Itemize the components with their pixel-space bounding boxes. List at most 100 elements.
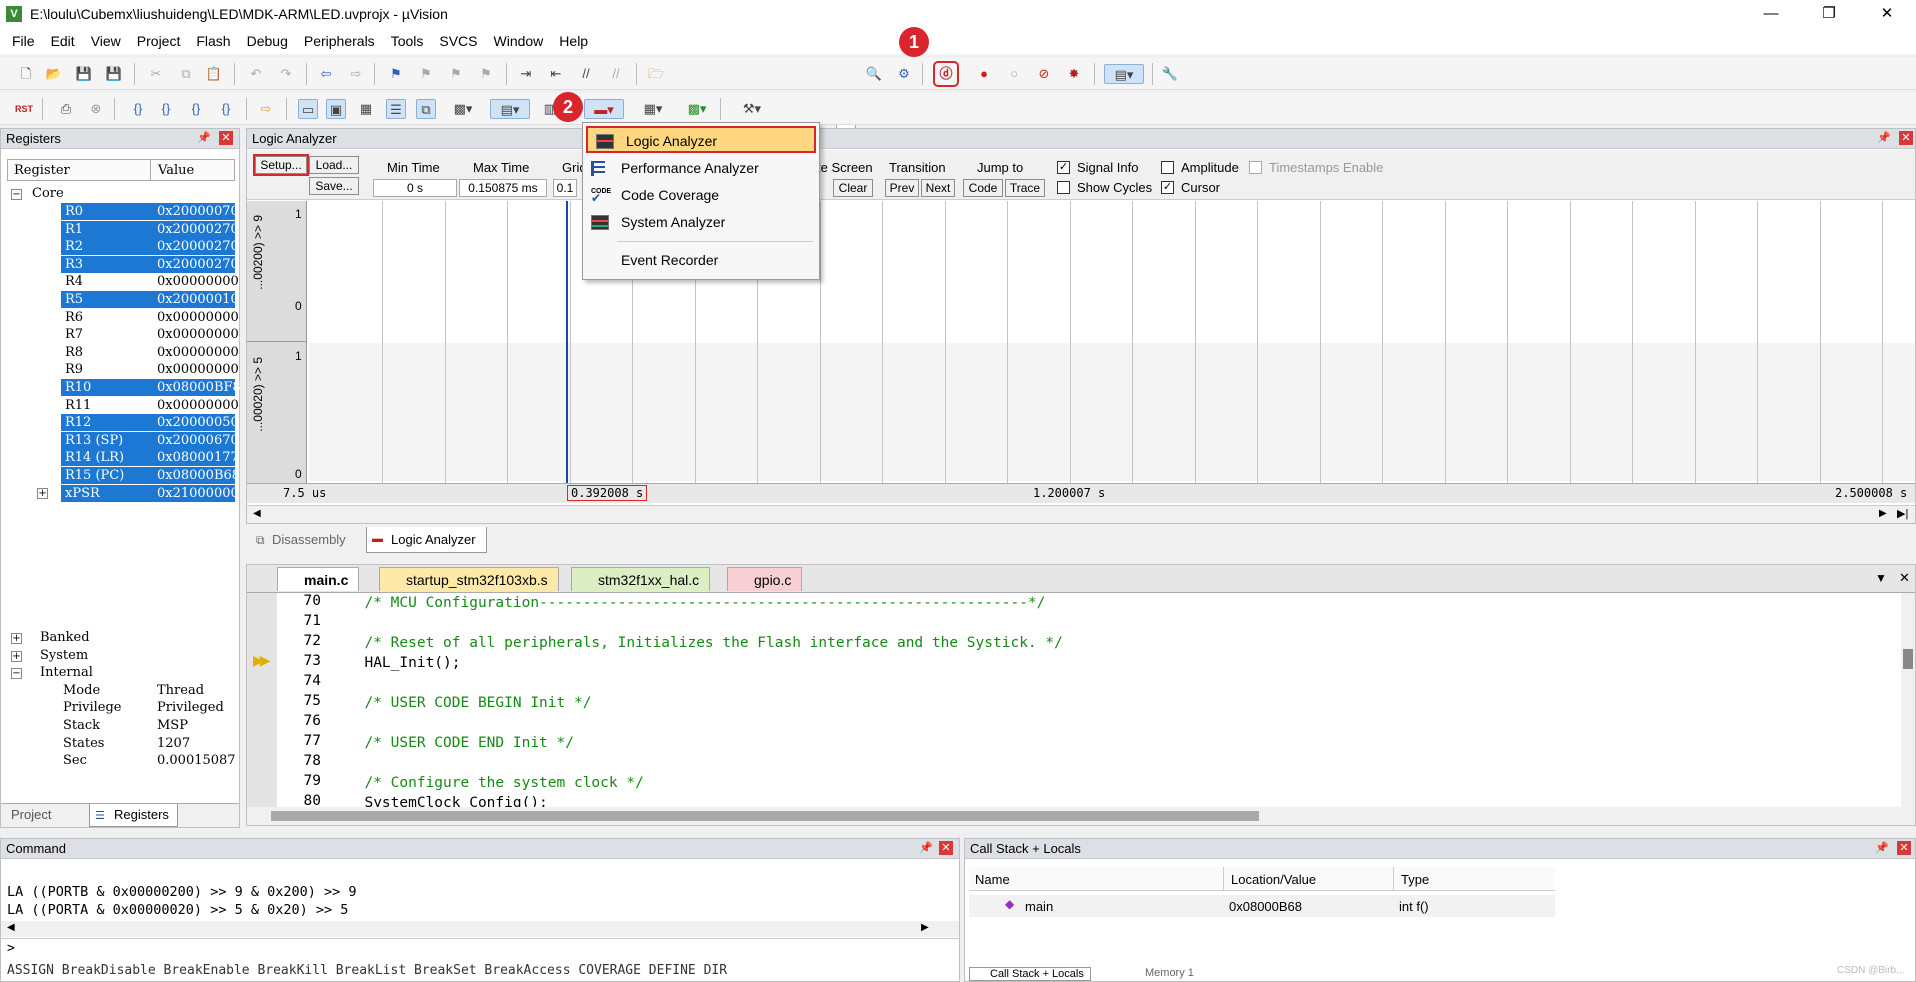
incremental-find-icon[interactable]: ⚙ — [894, 64, 914, 84]
prev-button[interactable]: Prev — [885, 179, 919, 197]
editor-vertical-scrollbar[interactable] — [1901, 593, 1915, 807]
start-stop-debug-icon[interactable]: ⓓ — [933, 61, 959, 87]
menu-file[interactable]: File — [4, 33, 43, 49]
kill-breakpoints-icon[interactable]: ✸ — [1064, 64, 1084, 84]
code-line[interactable]: 77 /* USER CODE END Init */ — [247, 733, 1897, 753]
code-line[interactable]: 72 /* Reset of all peripherals, Initiali… — [247, 633, 1897, 653]
show-cycles-checkbox[interactable] — [1057, 181, 1070, 194]
command-window-icon[interactable]: ▭ — [298, 99, 318, 119]
call-stack-row[interactable]: ◆ main 0x08000B68 int f() — [969, 895, 1555, 917]
editor-tab-hal[interactable]: stm32f1xx_hal.c — [571, 567, 711, 591]
internal-row[interactable]: Sec 0.00015087 — [63, 752, 236, 769]
register-row[interactable]: + xPSR 0x21000000 — [37, 484, 239, 502]
symbols-window-icon[interactable]: ▦ — [356, 99, 376, 119]
memory-windows-icon[interactable]: ▤▾ — [490, 99, 530, 119]
menu-help[interactable]: Help — [551, 33, 596, 49]
clear-bookmarks-icon[interactable]: ⚑ — [476, 64, 496, 84]
tab-project[interactable]: Project — [5, 807, 57, 822]
analysis-windows-icon[interactable]: ▬▾ — [584, 99, 624, 119]
register-row[interactable]: R15 (PC) 0x08000B68 — [61, 467, 240, 484]
setup-button[interactable]: Setup... — [253, 154, 309, 176]
menu-tools[interactable]: Tools — [383, 33, 432, 49]
tab-logic-analyzer[interactable]: Logic Analyzer — [366, 527, 487, 553]
tab-disassembly[interactable]: Disassembly — [254, 532, 346, 547]
disassembly-window-icon[interactable]: ▣ — [326, 99, 346, 119]
timestamps-checkbox[interactable] — [1249, 161, 1262, 174]
toolbox-icon[interactable]: ⚒▾ — [732, 99, 772, 119]
register-row[interactable]: R7 0x00000000 — [61, 326, 239, 343]
menu-edit[interactable]: Edit — [43, 33, 83, 49]
reset-cpu-icon[interactable]: RST — [14, 99, 34, 119]
indent-icon[interactable]: ⇥ — [516, 64, 536, 84]
code-line[interactable]: 75 /* USER CODE BEGIN Init */ — [247, 693, 1897, 713]
tab-memory-1[interactable]: Memory 1 — [1125, 967, 1200, 979]
copy-icon[interactable]: ⧉ — [176, 64, 196, 84]
internal-row[interactable]: States 1207 — [63, 735, 235, 752]
code-line[interactable]: 74 — [247, 673, 1897, 693]
menu-view[interactable]: View — [83, 33, 129, 49]
register-group[interactable]: − Internal — [11, 664, 231, 681]
pin-icon[interactable]: 📌 — [197, 131, 211, 145]
menu-flash[interactable]: Flash — [188, 33, 238, 49]
next-bookmark-icon[interactable]: ⚑ — [446, 64, 466, 84]
scroll-right-icon[interactable]: ▶ — [921, 922, 929, 933]
run-icon[interactable]: ⎙ — [56, 99, 76, 119]
paste-icon[interactable]: 📋 — [204, 64, 224, 84]
disable-breakpoints-icon[interactable]: ⊘ — [1034, 64, 1054, 84]
cursor-checkbox[interactable]: ✓ — [1161, 181, 1174, 194]
menu-peripherals[interactable]: Peripherals — [296, 33, 383, 49]
code-line[interactable]: 76 — [247, 713, 1897, 733]
navigate-forward-icon[interactable]: ⇨ — [346, 64, 366, 84]
internal-row[interactable]: Mode Thread — [63, 682, 235, 699]
register-row[interactable]: R2 0x20000270 — [61, 238, 239, 256]
minimize-button[interactable]: — — [1742, 0, 1800, 28]
save-button[interactable]: Save... — [309, 177, 359, 195]
menu-project[interactable]: Project — [129, 33, 189, 49]
step-into-icon[interactable]: {} — [128, 99, 148, 119]
save-icon[interactable]: 💾 — [74, 64, 94, 84]
registers-window-icon[interactable]: ☰ — [386, 99, 406, 119]
signal-label-porta[interactable]: ...00020) >> 5 — [251, 357, 265, 432]
signal-info-checkbox[interactable]: ✓ — [1057, 161, 1070, 174]
scroll-end-icon[interactable]: ▶| — [1897, 507, 1908, 520]
register-row[interactable]: R10 0x08000BF8 — [61, 379, 241, 396]
open-file-icon[interactable]: 📂 — [44, 64, 64, 84]
prev-bookmark-icon[interactable]: ⚑ — [416, 64, 436, 84]
register-row[interactable]: R12 0x20000050 — [61, 414, 239, 432]
watch-windows-icon[interactable]: ▩▾ — [446, 99, 480, 119]
uncomment-icon[interactable]: // — [606, 64, 626, 84]
scroll-right-icon[interactable]: ▶ — [1879, 508, 1887, 519]
editor-tab-startup[interactable]: startup_stm32f103xb.s — [379, 567, 559, 591]
register-row[interactable]: R4 0x00000000 — [61, 273, 239, 290]
menu-item-event-recorder[interactable]: Event Recorder — [583, 247, 819, 274]
menu-item-code-coverage[interactable]: CODE ✔ Code Coverage — [583, 182, 819, 209]
logic-horizontal-scrollbar[interactable]: ◀ ▶ ▶| — [247, 505, 1915, 523]
clear-button[interactable]: Clear — [833, 179, 873, 197]
window-layout-icon[interactable]: ▤▾ — [1104, 64, 1144, 84]
menu-item-logic-analyzer[interactable]: Logic Analyzer — [586, 126, 816, 153]
enable-breakpoint-icon[interactable]: ○ — [1004, 64, 1024, 84]
register-row[interactable]: R8 0x00000000 — [61, 344, 239, 361]
close-pane-icon[interactable]: ✕ — [1899, 131, 1913, 145]
jump-trace-button[interactable]: Trace — [1005, 179, 1045, 197]
tab-call-stack[interactable]: Call Stack + Locals — [969, 967, 1091, 981]
internal-row[interactable]: Stack MSP — [63, 717, 235, 734]
internal-row[interactable]: Privilege Privileged — [63, 699, 235, 716]
step-out-icon[interactable]: {} — [186, 99, 206, 119]
menu-window[interactable]: Window — [486, 33, 552, 49]
menu-item-performance-analyzer[interactable]: Performance Analyzer — [583, 155, 819, 182]
code-line[interactable]: 79 /* Configure the system clock */ — [247, 773, 1897, 793]
editor-tab-main-c[interactable]: main.c — [277, 567, 360, 591]
menu-debug[interactable]: Debug — [239, 33, 296, 49]
code-area[interactable]: 70 /* MCU Configuration-----------------… — [247, 593, 1903, 807]
configure-icon[interactable]: 🔧 — [1160, 64, 1180, 84]
unindent-icon[interactable]: ⇤ — [546, 64, 566, 84]
signal-label-portb[interactable]: ...00200) >> 9 — [251, 215, 265, 290]
find-in-files-icon[interactable]: 🗁 — [646, 64, 666, 84]
register-group[interactable]: + Banked — [11, 629, 231, 646]
register-row[interactable]: R13 (SP) 0x20000670 — [61, 431, 239, 449]
run-to-cursor-icon[interactable]: {} — [216, 99, 236, 119]
close-pane-icon[interactable]: ✕ — [219, 131, 233, 145]
system-viewer-icon[interactable]: ▩▾ — [680, 99, 714, 119]
load-button[interactable]: Load... — [309, 156, 359, 174]
